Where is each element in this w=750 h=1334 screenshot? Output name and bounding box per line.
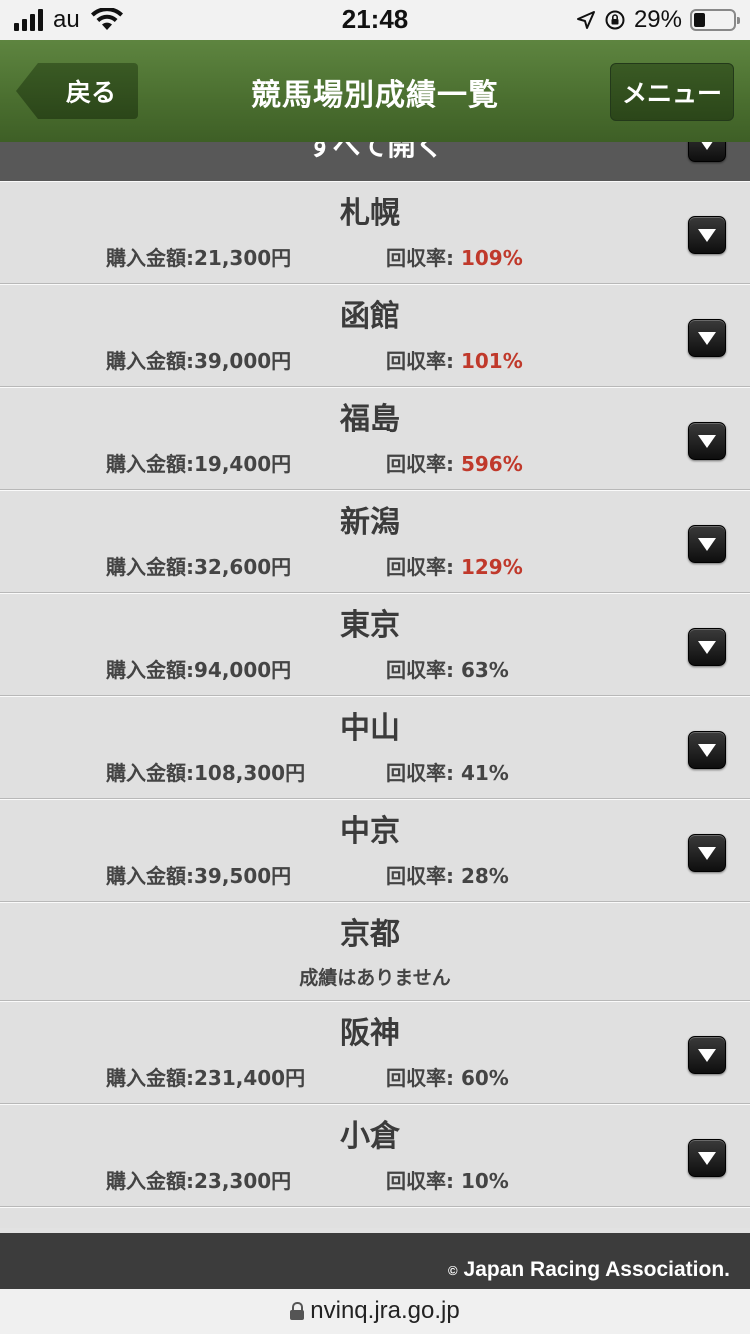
expand-arrow-icon[interactable]: [688, 628, 726, 666]
expand-arrow-icon[interactable]: [688, 319, 726, 357]
footer: © Japan Racing Association.: [0, 1233, 750, 1289]
expand-arrow-icon[interactable]: [688, 216, 726, 254]
expand-arrow-icon[interactable]: [688, 525, 726, 563]
expand-arrow-icon[interactable]: [688, 422, 726, 460]
expand-all-label: すべて開く: [306, 142, 444, 162]
purchase-amount: 購入金額:23,300円: [106, 1169, 292, 1193]
track-name: 東京: [340, 608, 400, 643]
expand-arrow-icon[interactable]: [688, 731, 726, 769]
return-rate: 回収率: 129%: [386, 555, 523, 579]
url-text: nvinq.jra.go.jp: [310, 1297, 460, 1324]
return-rate: 回収率: 60%: [386, 1066, 509, 1090]
track-name: 中京: [340, 814, 400, 849]
track-name: 札幌: [340, 196, 400, 231]
purchase-amount: 購入金額:39,000円: [106, 349, 292, 373]
menu-button[interactable]: メニュー: [610, 63, 734, 121]
expand-arrow-icon[interactable]: [688, 1036, 726, 1074]
url-bar[interactable]: nvinq.jra.go.jp: [0, 1289, 750, 1334]
return-rate-value: 41%: [460, 761, 509, 785]
expand-all-bar[interactable]: すべて開く: [0, 142, 750, 181]
track-name: 中山: [340, 711, 400, 746]
return-rate-value: 28%: [460, 864, 509, 888]
purchase-amount: 購入金額:231,400円: [106, 1066, 306, 1090]
return-rate-value: 101%: [460, 349, 523, 373]
lock-icon: [290, 1302, 305, 1320]
return-rate: 回収率: 596%: [386, 452, 523, 476]
track-row-nakayama[interactable]: 中山 購入金額:108,300円 回収率: 41%: [0, 696, 750, 799]
track-name: 函館: [340, 299, 400, 334]
no-record-message: 成績はありません: [299, 967, 451, 989]
purchase-amount: 購入金額:94,000円: [106, 658, 292, 682]
track-row-sapporo[interactable]: 札幌 購入金額:21,300円 回収率: 109%: [0, 181, 750, 284]
track-name: 小倉: [340, 1119, 400, 1154]
purchase-amount: 購入金額:21,300円: [106, 246, 292, 270]
return-rate-value: 10%: [460, 1169, 509, 1193]
return-rate-value: 109%: [460, 246, 523, 270]
return-rate-value: 129%: [460, 555, 523, 579]
purchase-amount: 購入金額:108,300円: [106, 761, 306, 785]
list-end: [0, 1207, 750, 1228]
track-row-fukushima[interactable]: 福島 購入金額:19,400円 回収率: 596%: [0, 387, 750, 490]
return-rate-value: 60%: [460, 1066, 509, 1090]
return-rate-value: 596%: [460, 452, 523, 476]
battery-icon: [690, 9, 740, 31]
purchase-amount: 購入金額:19,400円: [106, 452, 292, 476]
return-rate: 回収率: 28%: [386, 864, 509, 888]
location-arrow-icon: [576, 11, 595, 29]
expand-arrow-icon[interactable]: [688, 1139, 726, 1177]
track-name: 新潟: [340, 505, 400, 540]
track-row-niigata[interactable]: 新潟 購入金額:32,600円 回収率: 129%: [0, 490, 750, 593]
track-list: 札幌 購入金額:21,300円 回収率: 109% 函館 購入金額:39,000…: [0, 181, 750, 1228]
track-row-hanshin[interactable]: 阪神 購入金額:231,400円 回収率: 60%: [0, 1001, 750, 1104]
track-name: 京都: [340, 917, 400, 952]
return-rate: 回収率: 101%: [386, 349, 523, 373]
expand-all-arrow-icon[interactable]: [688, 142, 726, 162]
track-row-kyoto: 京都 成績はありません: [0, 902, 750, 1001]
return-rate-value: 63%: [460, 658, 509, 682]
track-row-chukyo[interactable]: 中京 購入金額:39,500円 回収率: 28%: [0, 799, 750, 902]
purchase-amount: 購入金額:32,600円: [106, 555, 292, 579]
copyright: © Japan Racing Association.: [447, 1258, 730, 1281]
track-row-hakodate[interactable]: 函館 購入金額:39,000円 回収率: 101%: [0, 284, 750, 387]
battery-percent: 29%: [633, 6, 682, 33]
track-row-tokyo[interactable]: 東京 購入金額:94,000円 回収率: 63%: [0, 593, 750, 696]
return-rate: 回収率: 109%: [386, 246, 523, 270]
return-rate: 回収率: 63%: [386, 658, 509, 682]
copyright-icon: ©: [447, 1262, 458, 1278]
expand-arrow-icon[interactable]: [688, 834, 726, 872]
track-row-kokura[interactable]: 小倉 購入金額:23,300円 回収率: 10%: [0, 1104, 750, 1207]
purchase-amount: 購入金額:39,500円: [106, 864, 292, 888]
track-name: 福島: [340, 402, 400, 437]
status-bar: au 21:48 29%: [0, 0, 750, 40]
track-name: 阪神: [340, 1016, 400, 1051]
rotation-lock-icon: [605, 10, 625, 30]
return-rate: 回収率: 10%: [386, 1169, 509, 1193]
nav-bar: 戻る 競馬場別成績一覧 メニュー: [0, 40, 750, 143]
return-rate: 回収率: 41%: [386, 761, 509, 785]
